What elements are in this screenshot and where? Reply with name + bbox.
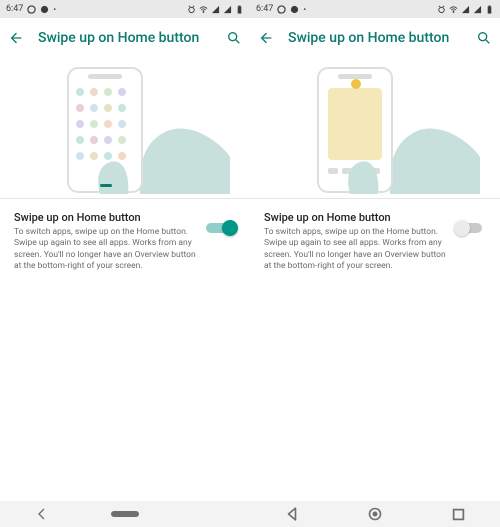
setting-row[interactable]: Swipe up on Home button To switch apps, … — [250, 199, 500, 283]
alarm-icon — [437, 5, 446, 14]
pane-left: 6:47 • Swipe up on Home button — [0, 0, 250, 527]
pane-right: 6:47 • Swipe up on Home button — [250, 0, 500, 527]
signal-icon — [461, 5, 470, 14]
nav-home-pill[interactable] — [105, 504, 145, 524]
hero-illustration — [0, 58, 250, 198]
wifi-icon — [199, 5, 208, 14]
app-bar: Swipe up on Home button — [0, 18, 250, 58]
whatsapp-icon — [277, 5, 286, 14]
search-icon[interactable] — [476, 30, 492, 46]
messenger-icon — [40, 5, 49, 14]
page-title: Swipe up on Home button — [288, 30, 462, 46]
dot-icon: • — [303, 5, 306, 14]
setting-row[interactable]: Swipe up on Home button To switch apps, … — [0, 199, 250, 283]
battery-icon — [485, 5, 494, 14]
wifi-icon — [449, 5, 458, 14]
whatsapp-icon — [27, 5, 36, 14]
nav-overview-button[interactable] — [438, 504, 478, 524]
setting-title: Swipe up on Home button — [14, 211, 196, 224]
signal-icon-2 — [473, 5, 482, 14]
page-title: Swipe up on Home button — [38, 30, 212, 46]
status-bar: 6:47 • — [250, 0, 500, 18]
nav-spacer — [188, 504, 228, 524]
back-icon[interactable] — [258, 30, 274, 46]
messenger-icon — [290, 5, 299, 14]
setting-title: Swipe up on Home button — [264, 211, 446, 224]
signal-icon-2 — [223, 5, 232, 14]
search-icon[interactable] — [226, 30, 242, 46]
nav-back-button[interactable] — [22, 504, 62, 524]
app-bar: Swipe up on Home button — [250, 18, 500, 58]
nav-back-button[interactable] — [272, 504, 312, 524]
back-icon[interactable] — [8, 30, 24, 46]
battery-icon — [235, 5, 244, 14]
system-nav-bar — [0, 501, 250, 527]
setting-subtitle: To switch apps, swipe up on the Home but… — [14, 227, 196, 273]
system-nav-bar — [250, 501, 500, 527]
signal-icon — [211, 5, 220, 14]
toggle-switch[interactable] — [206, 221, 236, 235]
nav-home-button[interactable] — [355, 504, 395, 524]
toggle-switch[interactable] — [456, 221, 486, 235]
status-time: 6:47 — [256, 4, 273, 14]
dot-icon: • — [53, 5, 56, 14]
alarm-icon — [187, 5, 196, 14]
status-time: 6:47 — [6, 4, 23, 14]
setting-subtitle: To switch apps, swipe up on the Home but… — [264, 227, 446, 273]
hero-illustration — [250, 58, 500, 198]
status-bar: 6:47 • — [0, 0, 250, 18]
